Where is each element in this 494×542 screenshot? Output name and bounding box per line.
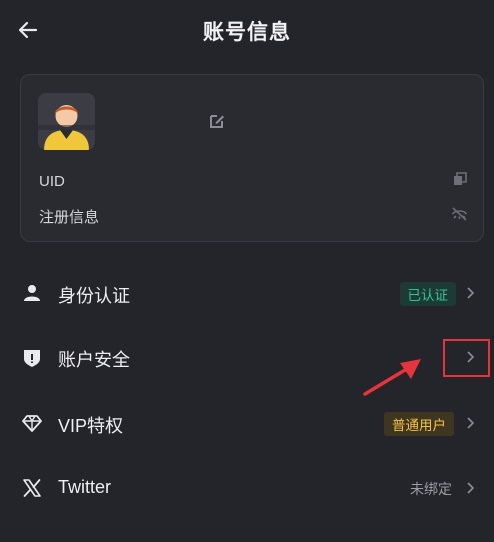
register-info-label: 注册信息 — [39, 209, 100, 226]
avatar-image — [38, 93, 95, 150]
shield-icon — [24, 350, 40, 367]
diamond-icon — [22, 415, 42, 432]
person-icon — [24, 285, 40, 301]
chevron-right-icon — [467, 417, 475, 429]
menu-label-twitter: Twitter — [58, 477, 112, 497]
avatar[interactable] — [38, 93, 95, 150]
profile-card: UID 注册信息 — [20, 74, 484, 242]
header: 账号信息 — [0, 0, 494, 60]
page-title: 账号信息 — [203, 21, 291, 44]
menu-label-security: 账户安全 — [58, 350, 130, 370]
menu-label-identity: 身份认证 — [58, 286, 130, 306]
edit-icon[interactable] — [208, 112, 226, 130]
uid-label: UID — [39, 173, 65, 190]
menu-label-vip: VIP特权 — [58, 416, 124, 436]
menu-item-twitter[interactable]: Twitter 未绑定 — [0, 457, 494, 519]
annotation-highlight-box — [443, 339, 490, 377]
verified-badge: 已认证 — [399, 282, 456, 306]
menu-item-vip[interactable]: VIP特权 普通用户 — [0, 392, 494, 454]
user-level-badge: 普通用户 — [384, 412, 454, 436]
copy-icon[interactable] — [453, 172, 467, 186]
x-logo-icon — [23, 479, 41, 497]
annotation-arrow-icon — [363, 359, 421, 396]
twitter-bind-status: 未绑定 — [410, 481, 452, 497]
chevron-right-icon — [467, 287, 475, 299]
menu-item-identity[interactable]: 身份认证 已认证 — [0, 262, 494, 324]
chevron-right-icon — [467, 482, 475, 494]
eye-hidden-icon[interactable] — [451, 206, 468, 222]
